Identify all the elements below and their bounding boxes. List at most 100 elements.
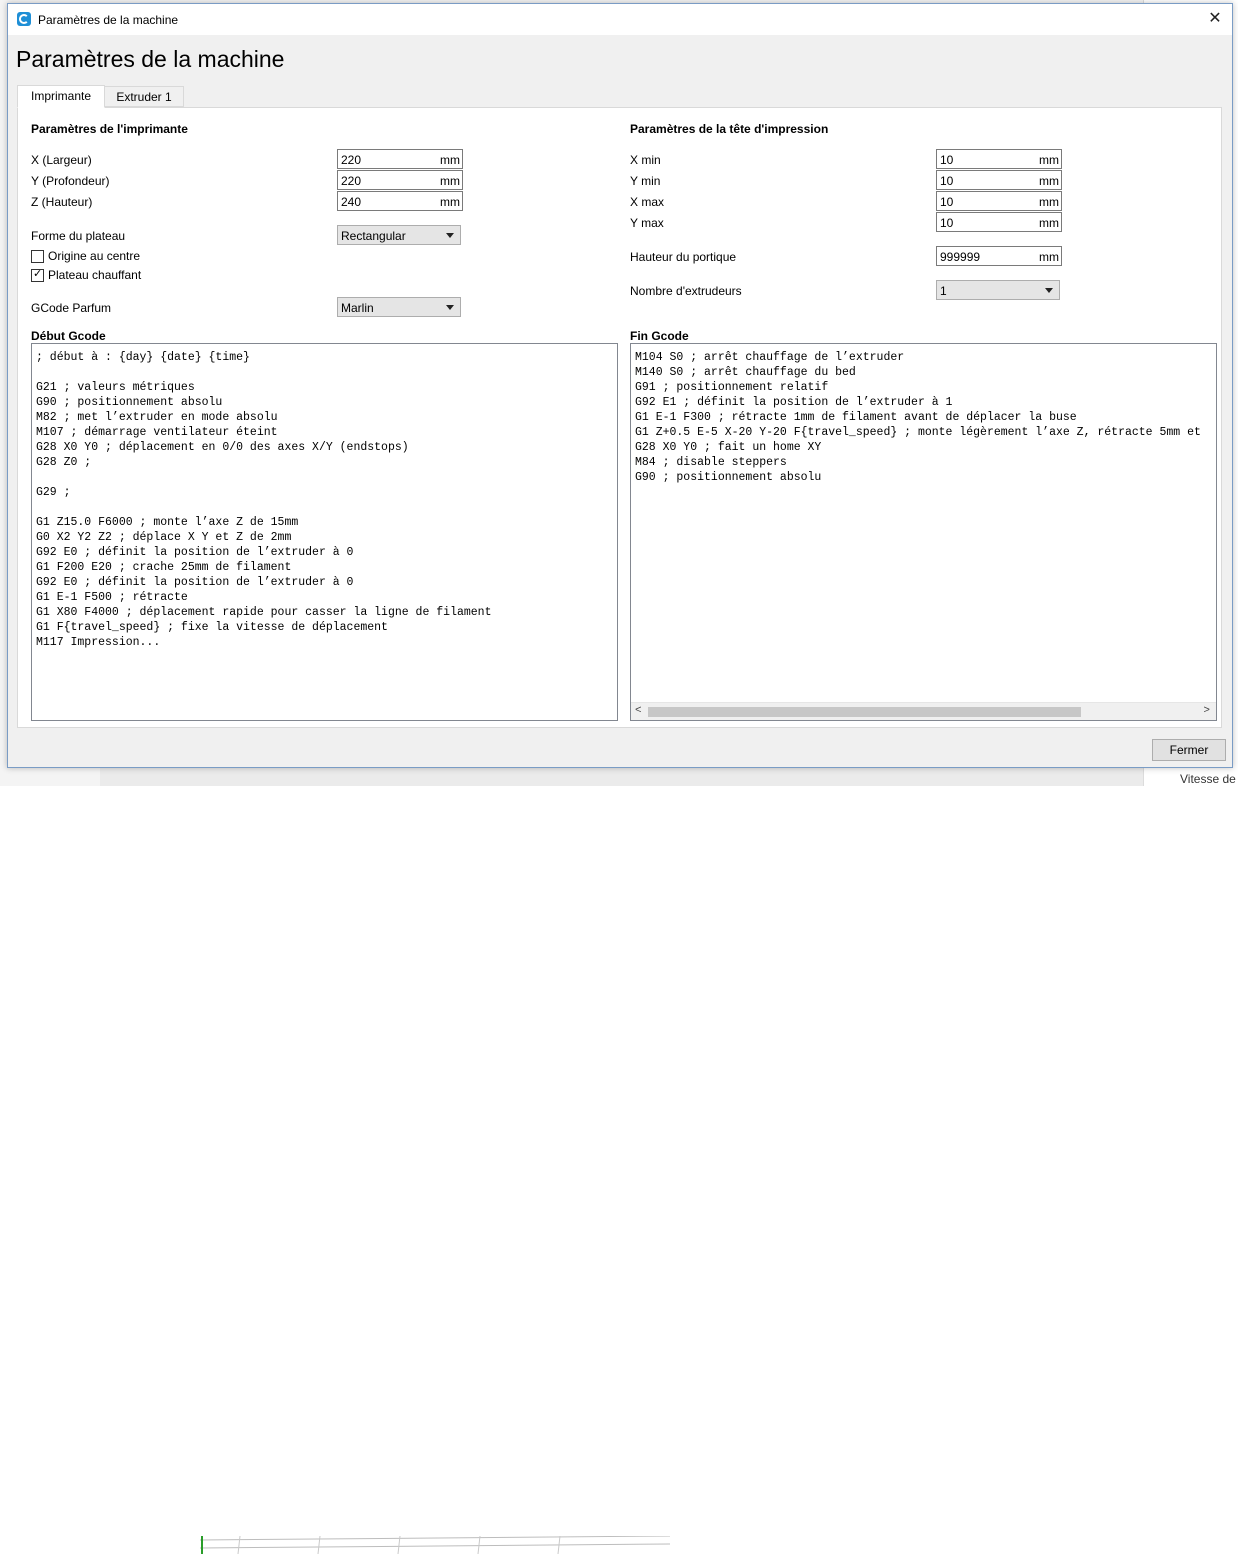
code-line: M140 S0 ; arrêt chauffage du bed [635,366,856,379]
code-line: G1 E-1 F500 ; rétracte [36,591,188,604]
xmax-label: X max [630,195,665,209]
scroll-right-icon[interactable]: > [1203,705,1210,717]
code-line: G28 X0 Y0 ; fait un home XY [635,441,822,454]
printer-settings-title: Paramètres de l'imprimante [31,122,188,136]
start-gcode-label: Début Gcode [31,329,106,343]
gantry-height-unit: mm [1039,250,1059,264]
chevron-down-icon [446,233,454,238]
code-line: G29 ; [36,486,71,499]
end-gcode-editor[interactable]: M104 S0 ; arrêt chauffage de l’extruder M… [630,343,1217,721]
ymax-unit: mm [1039,216,1059,230]
cura-logo-icon [17,12,31,26]
code-line: ; début à : {day} {date} {time} [36,351,250,364]
height-value: 240 [341,195,362,209]
background-label: Vitesse de [1180,772,1236,786]
width-value: 220 [341,153,362,167]
chevron-down-icon [446,305,454,310]
xmin-value: 10 [940,153,954,167]
xmax-value: 10 [940,195,954,209]
code-line: M104 S0 ; arrêt chauffage de l’extruder [635,351,905,364]
height-label: Z (Hauteur) [31,195,93,209]
background-viewport [100,768,1143,1554]
printhead-settings-title: Paramètres de la tête d'impression [630,122,829,136]
end-gcode-lines: M104 S0 ; arrêt chauffage de l’extruder M… [635,350,1201,485]
depth-label: Y (Profondeur) [31,174,110,188]
bed-shape-label: Forme du plateau [31,229,126,243]
checkbox-box [31,250,44,263]
code-line: G0 X2 Y2 Z2 ; déplace X Y et Z de 2mm [36,531,292,544]
code-line: G91 ; positionnement relatif [635,381,829,394]
ymin-label: Y min [630,174,661,188]
code-line: G92 E1 ; définit la position de l’extrud… [635,396,953,409]
bed-shape-select[interactable]: Rectangular [337,225,461,245]
ymin-input[interactable]: 10 mm [936,170,1062,190]
page-title: Paramètres de la machine [16,46,285,72]
tab-panel-printer: Paramètres de l'imprimante X (Largeur) 2… [17,107,1222,728]
xmax-unit: mm [1039,195,1059,209]
xmin-unit: mm [1039,153,1059,167]
close-button[interactable]: Fermer [1152,739,1226,761]
scrollbar-thumb[interactable] [648,707,1081,717]
code-line: M107 ; démarrage ventilateur éteint [36,426,278,439]
code-line: G1 F200 E20 ; crache 25mm de filament [36,561,292,574]
xmin-label: X min [630,153,661,167]
gcode-flavor-label: GCode Parfum [31,301,112,315]
start-gcode-lines: ; début à : {day} {date} {time} G21 ; val… [36,350,491,650]
ymax-label: Y max [630,216,664,230]
code-line: G28 Z0 ; [36,456,92,469]
build-plate-grid [200,1536,670,1554]
code-line: G1 X80 F4000 ; déplacement rapide pour c… [36,606,492,619]
machine-settings-dialog: Paramètres de la machine ✕ Paramètres de… [7,3,1233,768]
code-line: G21 ; valeurs métriques [36,381,195,394]
code-line: M82 ; met l’extruder en mode absolu [36,411,278,424]
code-line: G28 X0 Y0 ; déplacement en 0/0 des axes … [36,441,409,454]
checkmark-icon: ✓ [33,268,43,280]
ymax-input[interactable]: 10 mm [936,212,1062,232]
height-input[interactable]: 240 mm [337,191,463,211]
xmin-input[interactable]: 10 mm [936,149,1062,169]
tab-extruder-1[interactable]: Extruder 1 [104,86,184,107]
extruder-count-label: Nombre d'extrudeurs [630,284,742,298]
end-gcode-label: Fin Gcode [630,329,689,343]
depth-unit: mm [440,174,460,188]
height-unit: mm [440,195,460,209]
ymin-value: 10 [940,174,954,188]
scroll-left-icon[interactable]: < [635,705,642,717]
gantry-height-input[interactable]: 999999 mm [936,246,1062,266]
ymax-value: 10 [940,216,954,230]
code-line: G1 Z15.0 F6000 ; monte l’axe Z de 15mm [36,516,299,529]
xmax-input[interactable]: 10 mm [936,191,1062,211]
checkbox-box: ✓ [31,268,44,282]
heated-bed-checkbox[interactable]: ✓ Plateau chauffant [31,268,231,284]
ymin-unit: mm [1039,174,1059,188]
gcode-flavor-select[interactable]: Marlin [337,297,461,317]
bed-shape-value: Rectangular [341,229,406,243]
origin-center-checkbox[interactable]: Origine au centre [31,249,231,265]
code-line: G1 Z+0.5 E-5 X-20 Y-20 F{travel_speed} ;… [635,426,1201,439]
chevron-down-icon [1045,288,1053,293]
horizontal-scrollbar[interactable]: < > [631,702,1216,720]
width-unit: mm [440,153,460,167]
gcode-flavor-value: Marlin [341,301,374,315]
origin-center-label: Origine au centre [48,249,141,263]
heated-bed-label: Plateau chauffant [48,268,142,282]
code-line: G92 E0 ; définit la position de l’extrud… [36,546,354,559]
width-input[interactable]: 220 mm [337,149,463,169]
start-gcode-editor[interactable]: ; début à : {day} {date} {time} G21 ; val… [31,343,618,721]
code-line: G92 E0 ; définit la position de l’extrud… [36,576,354,589]
tab-imprimante[interactable]: Imprimante [17,85,105,108]
gantry-height-value: 999999 [940,250,981,264]
extruder-count-select[interactable]: 1 [936,280,1060,300]
code-line: M117 Impression... [36,636,161,649]
title-bar: Paramètres de la machine ✕ [8,4,1232,35]
window-title: Paramètres de la machine [38,13,179,27]
width-label: X (Largeur) [31,153,92,167]
depth-value: 220 [341,174,362,188]
code-line: G1 F{travel_speed} ; fixe la vitesse de … [36,621,388,634]
extruder-count-value: 1 [940,284,947,298]
depth-input[interactable]: 220 mm [337,170,463,190]
close-window-button[interactable]: ✕ [1198,4,1232,35]
code-line: G1 E-1 F300 ; rétracte 1mm de filament a… [635,411,1077,424]
